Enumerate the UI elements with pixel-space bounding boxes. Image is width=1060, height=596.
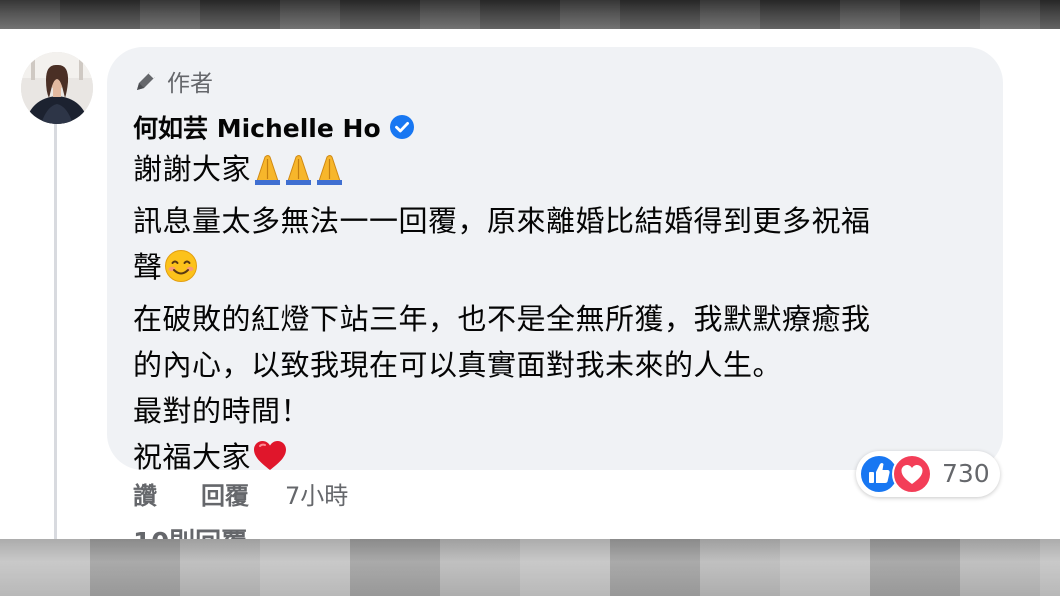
view-replies-link[interactable]: 10則回覆 bbox=[133, 526, 247, 539]
reactions-summary[interactable]: 730 bbox=[856, 451, 1000, 497]
reply-button[interactable]: 回覆 bbox=[201, 476, 249, 511]
comment-text: 謝謝大家 訊息量太多無法一一回覆，原來離婚比結婚得到更多祝福 聲 在破敗的紅燈下… bbox=[133, 146, 983, 486]
comment-actions: 讚 回覆 7小時 bbox=[133, 476, 348, 510]
comment-line-4: 在破敗的紅燈下站三年，也不是全無所獲，我默默療癒我 bbox=[133, 302, 871, 336]
thread-line bbox=[54, 124, 57, 539]
comment-line-7-text: 祝福大家 bbox=[133, 440, 252, 474]
smiling-face-icon bbox=[164, 249, 198, 296]
background-photo-bottom bbox=[0, 539, 1060, 596]
comment-line-6: 最對的時間！ bbox=[133, 394, 311, 428]
pen-icon bbox=[137, 71, 156, 90]
comment-line-1-text: 謝謝大家 bbox=[133, 152, 252, 186]
view-replies-label: 10則回覆 bbox=[133, 528, 247, 539]
background-photo-top bbox=[0, 0, 1060, 29]
author-badge-label: 作者 bbox=[167, 71, 213, 97]
comment-line-5: 的內心，以致我現在可以真實面對我未來的人生。 bbox=[133, 348, 783, 382]
comment-line-2: 訊息量太多無法一一回覆，原來離婚比結婚得到更多祝福 bbox=[133, 204, 871, 238]
comment-line-1: 謝謝大家 bbox=[133, 146, 983, 198]
reaction-count: 730 bbox=[942, 459, 990, 488]
like-button[interactable]: 讚 bbox=[133, 476, 157, 511]
avatar[interactable] bbox=[21, 52, 93, 124]
verified-badge-icon bbox=[389, 115, 414, 139]
timestamp[interactable]: 7小時 bbox=[285, 476, 348, 511]
avatar-portrait-icon bbox=[21, 52, 93, 124]
author-name-row: 何如芸 Michelle Ho bbox=[133, 110, 415, 144]
love-reaction-icon bbox=[892, 454, 932, 494]
folded-hands-icon bbox=[252, 151, 346, 198]
comment-line-3: 聲 bbox=[133, 244, 983, 296]
author-badge: 作者 bbox=[133, 66, 213, 97]
comment-line-3-text: 聲 bbox=[133, 250, 163, 284]
author-name[interactable]: 何如芸 Michelle Ho bbox=[133, 109, 381, 145]
